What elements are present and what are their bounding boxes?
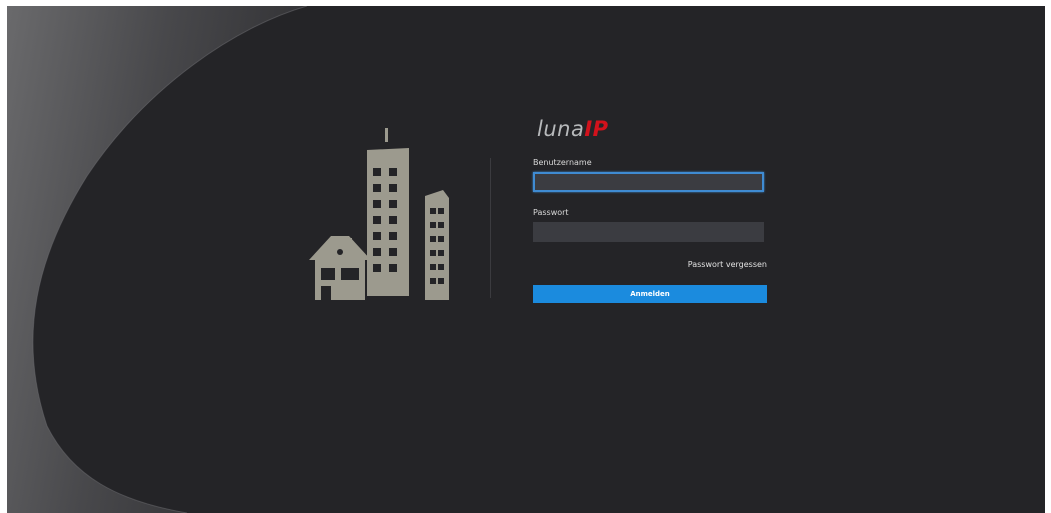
password-label: Passwort bbox=[533, 208, 569, 217]
logo-text-luna: luna bbox=[537, 117, 585, 141]
username-input[interactable] bbox=[533, 172, 764, 192]
login-page: lunaIP Benutzername Passwort Passwort ve… bbox=[7, 6, 1045, 513]
background-arc bbox=[7, 6, 308, 513]
logo-text-ip: IP bbox=[584, 117, 609, 141]
vertical-divider bbox=[490, 158, 491, 298]
brand-logo: lunaIP bbox=[537, 117, 609, 141]
login-button[interactable]: Anmelden bbox=[533, 285, 767, 303]
city-buildings-icon bbox=[309, 128, 449, 300]
forgot-password-link[interactable]: Passwort vergessen bbox=[688, 260, 767, 269]
password-input[interactable] bbox=[533, 222, 764, 242]
username-label: Benutzername bbox=[533, 158, 592, 167]
forgot-password-row: Passwort vergessen bbox=[533, 252, 767, 269]
login-form: Benutzername Passwort Passwort vergessen… bbox=[533, 158, 773, 303]
